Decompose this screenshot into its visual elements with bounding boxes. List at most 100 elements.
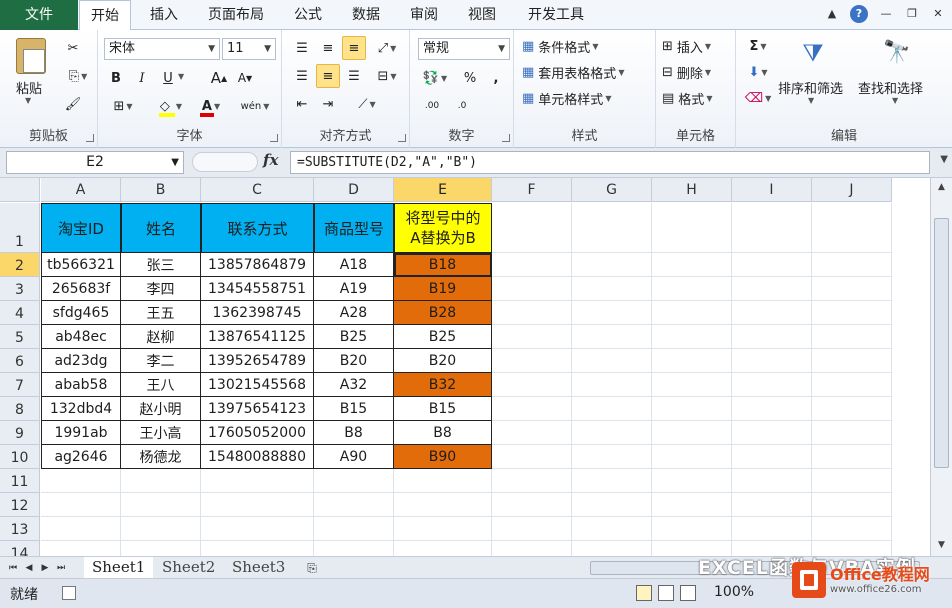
cell-i1[interactable] bbox=[732, 203, 812, 253]
cell-f6[interactable] bbox=[492, 349, 572, 373]
row-header-13[interactable]: 13 bbox=[0, 517, 40, 541]
borders-icon[interactable]: ⊞ ▼ bbox=[106, 94, 140, 118]
select-all-corner[interactable] bbox=[0, 178, 40, 202]
cell-e13[interactable] bbox=[394, 517, 492, 541]
cell-c14[interactable] bbox=[201, 541, 314, 556]
cell-c2[interactable]: 13857864879 bbox=[201, 253, 314, 277]
row-header-4[interactable]: 4 bbox=[0, 301, 40, 325]
formula-input[interactable]: =SUBSTITUTE(D2,"A","B") bbox=[290, 151, 930, 174]
column-header-g[interactable]: G bbox=[572, 178, 652, 202]
column-header-h[interactable]: H bbox=[652, 178, 732, 202]
format-as-table-button[interactable]: ▦ 套用表格格式 ▼ bbox=[522, 60, 654, 84]
row-header-7[interactable]: 7 bbox=[0, 373, 40, 397]
cell-i11[interactable] bbox=[732, 469, 812, 493]
paste-icon[interactable] bbox=[16, 38, 46, 74]
cell-j11[interactable] bbox=[812, 469, 892, 493]
cell-h7[interactable] bbox=[652, 373, 732, 397]
header-cell-c[interactable]: 联系方式 bbox=[201, 203, 314, 253]
cell-j10[interactable] bbox=[812, 445, 892, 469]
cell-c9[interactable]: 17605052000 bbox=[201, 421, 314, 445]
cell-e4[interactable]: B28 bbox=[394, 301, 492, 325]
sort-filter-dropdown-icon[interactable]: ▼ bbox=[808, 96, 814, 105]
prev-sheet-icon[interactable]: ◀ bbox=[22, 560, 36, 576]
cell-g3[interactable] bbox=[572, 277, 652, 301]
header-cell-e[interactable]: 将型号中的 A替换为B bbox=[394, 203, 492, 253]
row-header-11[interactable]: 11 bbox=[0, 469, 40, 493]
underline-button[interactable]: U bbox=[158, 66, 178, 90]
last-sheet-icon[interactable]: ⏭ bbox=[54, 560, 68, 576]
cell-f8[interactable] bbox=[492, 397, 572, 421]
cell-h3[interactable] bbox=[652, 277, 732, 301]
cell-b2[interactable]: 张三 bbox=[121, 253, 201, 277]
cell-i7[interactable] bbox=[732, 373, 812, 397]
cell-b5[interactable]: 赵柳 bbox=[121, 325, 201, 349]
cell-j12[interactable] bbox=[812, 493, 892, 517]
comma-button[interactable]: , bbox=[486, 66, 506, 90]
cell-j9[interactable] bbox=[812, 421, 892, 445]
cell-i6[interactable] bbox=[732, 349, 812, 373]
insert-cells-button[interactable]: ⊞ 插入 ▼ bbox=[662, 34, 734, 58]
cell-h2[interactable] bbox=[652, 253, 732, 277]
cell-a4[interactable]: sfdg465 bbox=[41, 301, 121, 325]
cell-b3[interactable]: 李四 bbox=[121, 277, 201, 301]
sheet-tab-sheet3[interactable]: Sheet3 bbox=[224, 557, 293, 578]
cell-h6[interactable] bbox=[652, 349, 732, 373]
vertical-scroll-thumb[interactable] bbox=[934, 218, 949, 468]
cell-i3[interactable] bbox=[732, 277, 812, 301]
cell-a5[interactable]: ab48ec bbox=[41, 325, 121, 349]
sort-filter-button[interactable]: 排序和筛选 bbox=[778, 78, 843, 97]
autosum-button[interactable]: Σ ▼ bbox=[742, 34, 774, 58]
copy-icon[interactable]: ⎘ ▼ bbox=[62, 64, 94, 88]
cell-i10[interactable] bbox=[732, 445, 812, 469]
cell-g11[interactable] bbox=[572, 469, 652, 493]
cell-d6[interactable]: B20 bbox=[314, 349, 394, 373]
cell-f10[interactable] bbox=[492, 445, 572, 469]
cell-c13[interactable] bbox=[201, 517, 314, 541]
column-header-j[interactable]: J bbox=[812, 178, 892, 202]
minimize-icon[interactable]: — bbox=[878, 6, 894, 22]
cell-e2[interactable]: B18 bbox=[394, 253, 492, 277]
tab-data[interactable]: 数据 bbox=[340, 0, 392, 30]
help-icon[interactable]: ? bbox=[850, 5, 868, 23]
sheet-tab-sheet2[interactable]: Sheet2 bbox=[154, 557, 223, 578]
cell-d10[interactable]: A90 bbox=[314, 445, 394, 469]
cell-c3[interactable]: 13454558751 bbox=[201, 277, 314, 301]
cell-e9[interactable]: B8 bbox=[394, 421, 492, 445]
cell-g1[interactable] bbox=[572, 203, 652, 253]
cell-b9[interactable]: 王小高 bbox=[121, 421, 201, 445]
tab-developer[interactable]: 开发工具 bbox=[514, 0, 598, 30]
row-header-6[interactable]: 6 bbox=[0, 349, 40, 373]
increase-indent-icon[interactable]: ⇥ bbox=[316, 92, 340, 116]
accounting-format-icon[interactable]: 💱 ▼ bbox=[418, 66, 452, 90]
cell-b13[interactable] bbox=[121, 517, 201, 541]
cell-e5[interactable]: B25 bbox=[394, 325, 492, 349]
cell-e3[interactable]: B19 bbox=[394, 277, 492, 301]
cell-e6[interactable]: B20 bbox=[394, 349, 492, 373]
cell-c7[interactable]: 13021545568 bbox=[201, 373, 314, 397]
cell-h12[interactable] bbox=[652, 493, 732, 517]
phonetic-button[interactable]: wén ▼ bbox=[238, 94, 272, 118]
row-header-14[interactable]: 14 bbox=[0, 541, 40, 556]
tab-home[interactable]: 开始 bbox=[79, 0, 131, 31]
formula-bar-splitter[interactable] bbox=[192, 152, 258, 172]
row-header-12[interactable]: 12 bbox=[0, 493, 40, 517]
align-middle-icon[interactable]: ≡ bbox=[316, 36, 340, 60]
cell-a8[interactable]: 132dbd4 bbox=[41, 397, 121, 421]
cell-h9[interactable] bbox=[652, 421, 732, 445]
cell-i2[interactable] bbox=[732, 253, 812, 277]
column-header-c[interactable]: C bbox=[201, 178, 314, 202]
cell-c11[interactable] bbox=[201, 469, 314, 493]
cell-h5[interactable] bbox=[652, 325, 732, 349]
cell-g13[interactable] bbox=[572, 517, 652, 541]
cell-e11[interactable] bbox=[394, 469, 492, 493]
row-header-9[interactable]: 9 bbox=[0, 421, 40, 445]
font-color-icon[interactable]: A ▼ bbox=[194, 94, 228, 118]
merge-center-icon[interactable]: ⊟ ▼ bbox=[372, 64, 402, 88]
underline-dropdown-icon[interactable]: ▼ bbox=[178, 72, 184, 81]
cell-e12[interactable] bbox=[394, 493, 492, 517]
column-header-a[interactable]: A bbox=[41, 178, 121, 202]
cell-b11[interactable] bbox=[121, 469, 201, 493]
cell-d12[interactable] bbox=[314, 493, 394, 517]
cell-b6[interactable]: 李二 bbox=[121, 349, 201, 373]
cell-f12[interactable] bbox=[492, 493, 572, 517]
